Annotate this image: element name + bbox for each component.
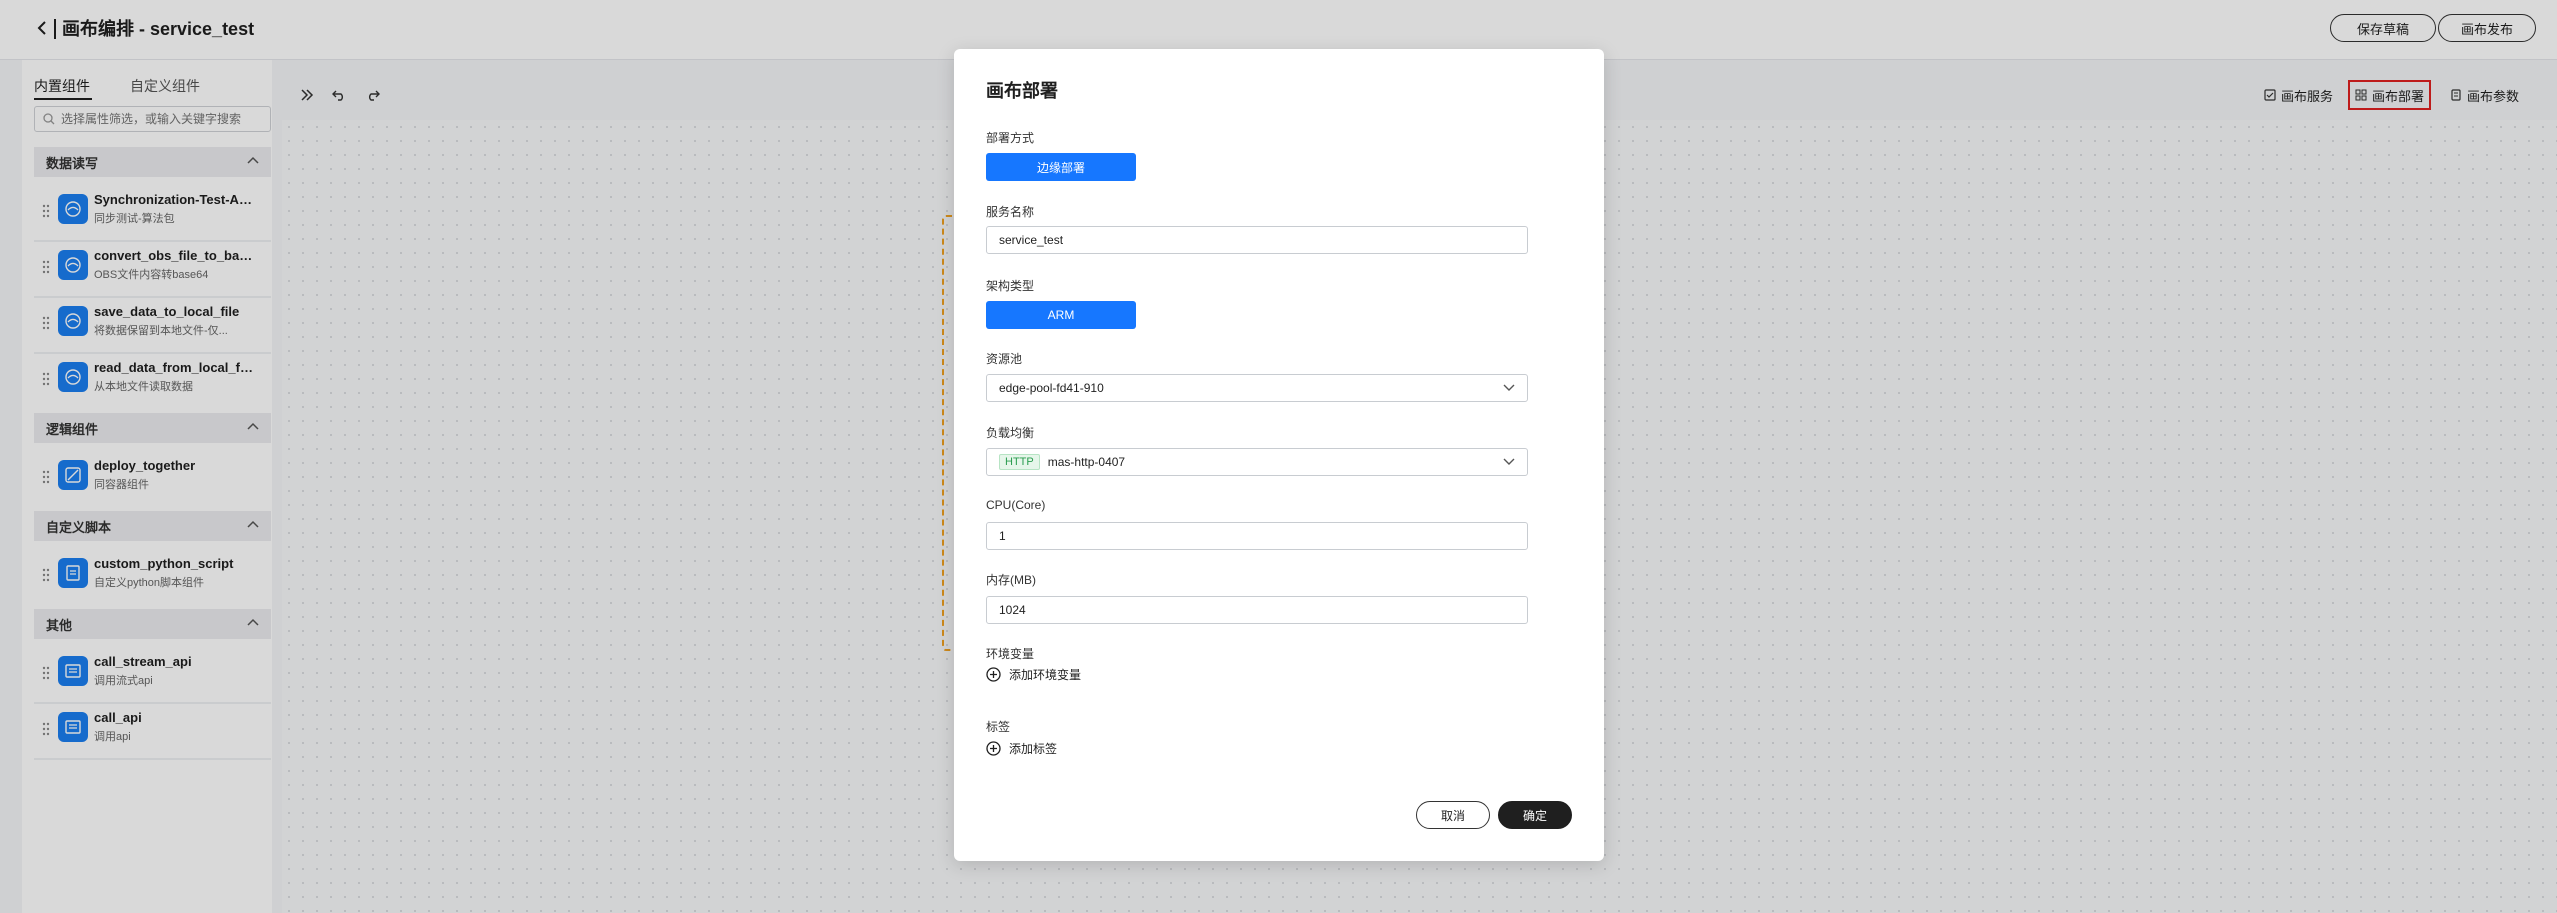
load-balancer-label: 负载均衡: [986, 426, 1035, 440]
add-tag-button[interactable]: 添加标签: [986, 740, 1057, 757]
add-env-var-button[interactable]: 添加环境变量: [986, 666, 1081, 683]
dialog-title: 画布部署: [986, 81, 1058, 101]
cpu-field[interactable]: 1: [986, 522, 1528, 550]
chevron-down-icon: [1503, 384, 1515, 391]
chevron-down-icon: [1503, 458, 1515, 465]
tags-label: 标签: [986, 720, 1011, 734]
service-name-label: 服务名称: [986, 205, 1035, 219]
memory-value: 1024: [999, 603, 1026, 617]
deploy-dialog: 画布部署 部署方式 边缘部署 服务名称 service_test 架构类型 AR…: [954, 49, 1604, 861]
add-tag-label: 添加标签: [1009, 742, 1058, 756]
cpu-value: 1: [999, 529, 1006, 543]
load-balancer-select[interactable]: HTTP mas-http-0407: [986, 448, 1528, 476]
load-balancer-value: mas-http-0407: [1047, 455, 1126, 469]
plus-circle-icon: [986, 741, 1001, 756]
resource-pool-value: edge-pool-fd41-910: [999, 381, 1104, 395]
env-vars-label: 环境变量: [986, 647, 1035, 661]
resource-pool-label: 资源池: [986, 352, 1023, 366]
cpu-label: CPU(Core): [986, 498, 1046, 512]
add-env-var-label: 添加环境变量: [1009, 668, 1082, 682]
plus-circle-icon: [986, 667, 1001, 682]
confirm-button[interactable]: 确定: [1498, 801, 1572, 829]
service-name-field[interactable]: service_test: [986, 226, 1528, 254]
arch-type-label: 架构类型: [986, 279, 1035, 293]
memory-label: 内存(MB): [986, 573, 1036, 587]
arch-type-option[interactable]: ARM: [986, 301, 1136, 329]
cancel-button[interactable]: 取消: [1416, 801, 1490, 829]
memory-field[interactable]: 1024: [986, 596, 1528, 624]
deploy-mode-option[interactable]: 边缘部署: [986, 153, 1136, 181]
service-name-value: service_test: [999, 233, 1064, 247]
resource-pool-select[interactable]: edge-pool-fd41-910: [986, 374, 1528, 402]
protocol-badge: HTTP: [999, 454, 1040, 470]
deploy-mode-label: 部署方式: [986, 131, 1035, 145]
